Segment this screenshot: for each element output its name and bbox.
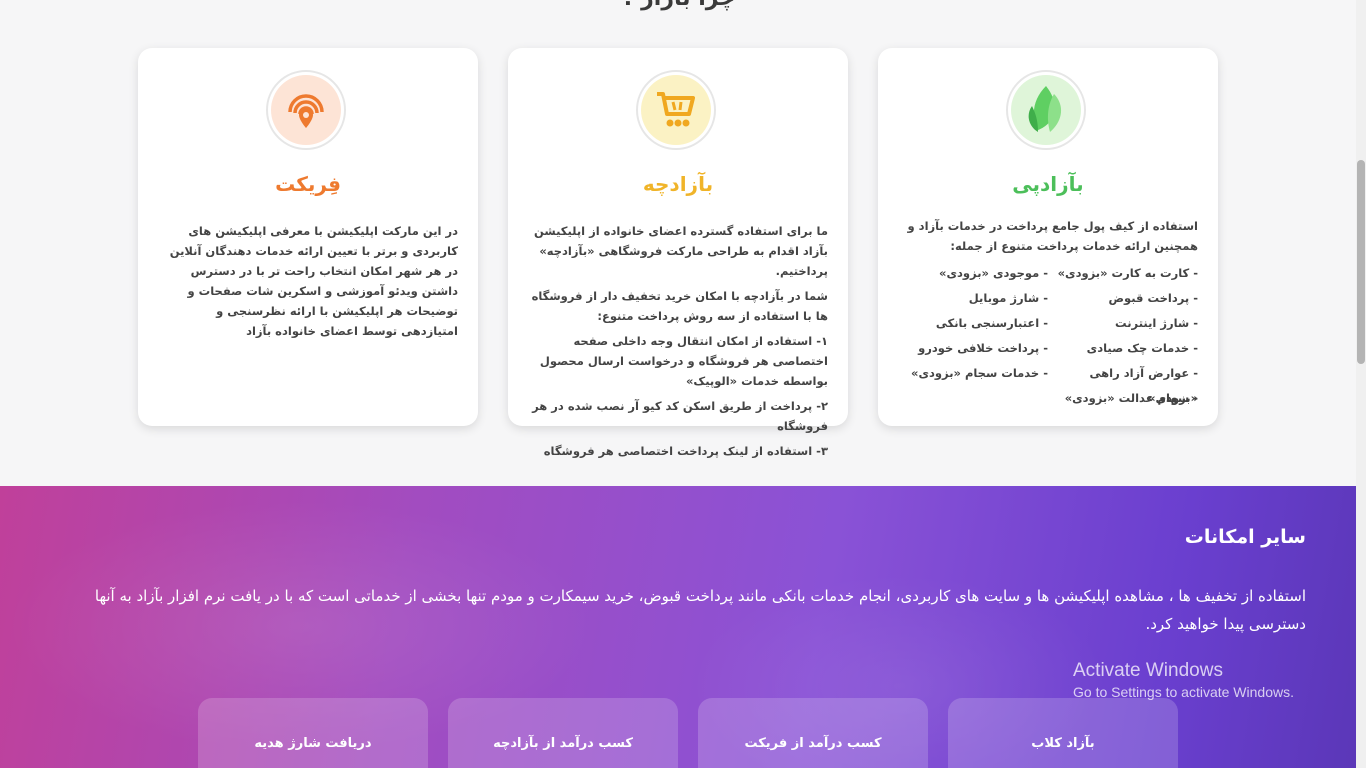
bazadpay-icon-ring [1006,70,1086,150]
feature-button-bazadche-income[interactable]: کسب درآمد از بآزادچه [448,698,678,768]
leaf-icon [1011,75,1081,145]
service-item: - موجودی «بزودی» [939,266,1048,280]
service-item: - پرداخت قبوض [1108,291,1198,305]
service-item: - پرداخت خلافی خودرو [918,341,1048,355]
watermark-line1: Activate Windows [1073,660,1223,681]
services-column-left: - موجودی «بزودی» - شارژ موبایل - اعتبارس… [898,261,1048,411]
feature-label: دریافت شارژ هدیه [254,736,372,751]
card-paragraph: ۱- استفاده از امکان انتقال وجه داخلی صفح… [539,334,828,388]
location-signal-icon [271,75,341,145]
feature-label: کسب درآمد از بآزادچه [493,736,633,751]
card-paragraph: ما برای استفاده گسترده اعضای خانواده از … [534,224,828,278]
services-list: - کارت به کارت «بزودی» - پرداخت قبوض - ش… [898,261,1198,411]
scrollbar[interactable] [1356,0,1366,768]
card-title: بآزادپی [1012,172,1084,196]
service-item: - کارت به کارت «بزودی» [1057,266,1198,280]
features-title: سایر امکانات [1184,526,1306,548]
service-item: - شارژ اینترنت [1115,316,1198,330]
card-title: بآزادچه [642,172,714,196]
bazadche-icon-ring [636,70,716,150]
card-paragraph: ۲- پرداخت از طریق اسکن کد کیو آر نصب شده… [532,399,828,433]
features-section: سایر امکانات استفاده از تخفیف ها ، مشاهد… [0,486,1356,768]
service-item: - شارژ موبایل [968,291,1048,305]
service-item: - سهام عدالت «بزودی» [1064,391,1198,405]
feature-button-fricket-income[interactable]: کسب درآمد از فریکت [698,698,928,768]
service-item: - عوارض آزاد راهی «بزودی» [1089,366,1198,405]
features-description: استفاده از تخفیف ها ، مشاهده اپلیکیشن ها… [94,587,1306,633]
service-item: - خدمات سجام «بزودی» [911,366,1048,380]
watermark-line2: Go to Settings to activate Windows. [1073,684,1294,700]
section-title: چرا بازار ؟ [0,0,1356,11]
feature-button-gift-charge[interactable]: دریافت شارژ هدیه [198,698,428,768]
shopping-cart-icon [641,75,711,145]
card-bazadpay: بآزادپی استفاده از کیف پول جامع پرداخت د… [878,48,1218,426]
services-column-right: - کارت به کارت «بزودی» - پرداخت قبوض - ش… [1048,261,1198,411]
service-item: - خدمات چک صیادی [1086,341,1198,355]
card-intro: استفاده از کیف پول جامع پرداخت در خدمات … [907,219,1198,253]
card-paragraph: ۳- استفاده از لینک پرداخت اختصاصی هر فرو… [543,444,828,458]
card-paragraph: در این مارکت اپلیکیشن با معرفی اپلیکیشن … [169,224,458,338]
feature-button-bazad-club[interactable]: بآزاد کلاب [948,698,1178,768]
windows-activation-watermark: Activate Windows Go to Settings to activ… [1073,660,1294,700]
card-paragraph: شما در بآزادچه با امکان خرید تخفیف دار ا… [531,289,828,323]
scrollbar-thumb[interactable] [1357,160,1365,364]
fricket-icon-ring [266,70,346,150]
card-fricket: فِریکت در این مارکت اپلیکیشن با معرفی اپ… [138,48,478,426]
card-title: فِریکت [275,172,341,196]
feature-label: بآزاد کلاب [1031,736,1095,751]
card-bazadche: بآزادچه ما برای استفاده گسترده اعضای خان… [508,48,848,458]
service-item: - اعتبارسنجی بانکی [935,316,1048,330]
feature-label: کسب درآمد از فریکت [744,736,882,751]
page: چرا بازار ؟ بآزادپی استفاده از کیف پول ج… [0,0,1356,768]
